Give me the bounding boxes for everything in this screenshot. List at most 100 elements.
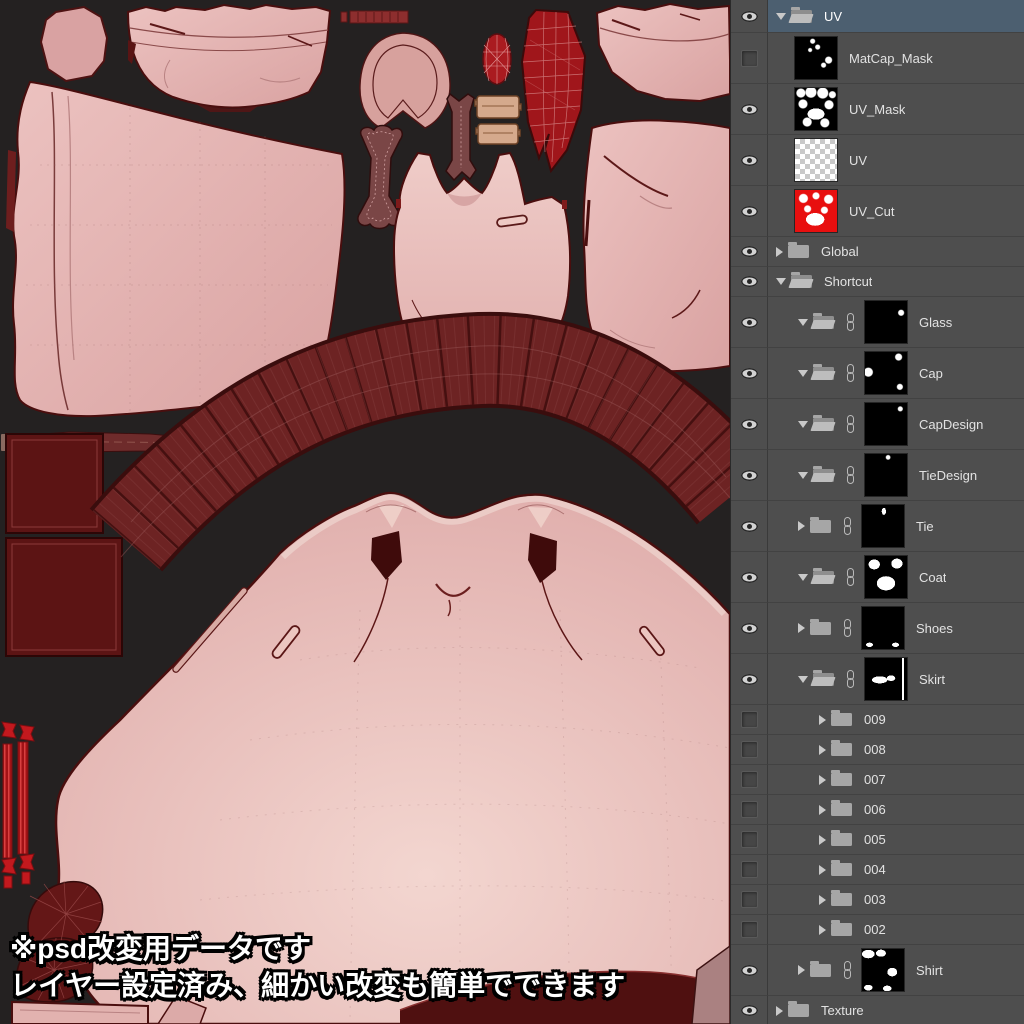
layer-row-uv[interactable]: UV: [731, 135, 1024, 186]
visibility-checkbox-empty[interactable]: [741, 921, 758, 938]
layer-row-capdesign[interactable]: CapDesign: [731, 399, 1024, 450]
mask-thumbnail[interactable]: [861, 504, 905, 548]
expand-triangle-icon[interactable]: [819, 835, 826, 845]
mask-thumbnail[interactable]: [861, 948, 905, 992]
mask-thumbnail[interactable]: [864, 657, 908, 701]
expand-triangle-icon[interactable]: [776, 247, 783, 257]
layer-label[interactable]: Shortcut: [824, 274, 872, 289]
layer-label[interactable]: Tie: [916, 519, 934, 534]
visibility-checkbox-empty[interactable]: [741, 891, 758, 908]
layer-label[interactable]: 003: [864, 892, 886, 907]
layer-row-matcap-mask[interactable]: MatCap_Mask: [731, 33, 1024, 84]
expand-triangle-icon[interactable]: [819, 805, 826, 815]
collapse-triangle-icon[interactable]: [798, 676, 808, 683]
visibility-toggle[interactable]: [731, 297, 768, 348]
collapse-triangle-icon[interactable]: [798, 574, 808, 581]
layer-thumbnail[interactable]: [794, 36, 838, 80]
layer-row-004[interactable]: 004: [731, 855, 1024, 885]
layer-thumbnail[interactable]: [794, 138, 838, 182]
layer-label[interactable]: UV: [824, 9, 842, 24]
layer-label[interactable]: Coat: [919, 570, 946, 585]
visibility-toggle[interactable]: [731, 399, 768, 450]
expand-triangle-icon[interactable]: [819, 925, 826, 935]
visibility-toggle[interactable]: [731, 996, 768, 1024]
visibility-toggle[interactable]: [731, 450, 768, 501]
layer-label[interactable]: Texture: [821, 1003, 864, 1018]
visibility-toggle[interactable]: [731, 654, 768, 705]
visibility-checkbox-empty[interactable]: [741, 801, 758, 818]
mask-thumbnail[interactable]: [861, 606, 905, 650]
mask-thumbnail[interactable]: [864, 402, 908, 446]
layer-row-002[interactable]: 002: [731, 915, 1024, 945]
visibility-toggle[interactable]: [731, 885, 768, 915]
layer-row-uv-mask[interactable]: UV_Mask: [731, 84, 1024, 135]
layer-row-shoes[interactable]: Shoes: [731, 603, 1024, 654]
collapse-triangle-icon[interactable]: [776, 278, 786, 285]
collapse-triangle-icon[interactable]: [798, 472, 808, 479]
layer-row-cap[interactable]: Cap: [731, 348, 1024, 399]
collapse-triangle-icon[interactable]: [798, 421, 808, 428]
layer-label[interactable]: 002: [864, 922, 886, 937]
expand-triangle-icon[interactable]: [776, 1006, 783, 1016]
mask-thumbnail[interactable]: [864, 453, 908, 497]
collapse-triangle-icon[interactable]: [798, 370, 808, 377]
layer-label[interactable]: 004: [864, 862, 886, 877]
visibility-toggle[interactable]: [731, 855, 768, 885]
layer-label[interactable]: 006: [864, 802, 886, 817]
layer-row-009[interactable]: 009: [731, 705, 1024, 735]
layer-row-coat[interactable]: Coat: [731, 552, 1024, 603]
visibility-toggle[interactable]: [731, 501, 768, 552]
visibility-toggle[interactable]: [731, 735, 768, 765]
layer-label[interactable]: 007: [864, 772, 886, 787]
mask-thumbnail[interactable]: [864, 555, 908, 599]
expand-triangle-icon[interactable]: [798, 521, 805, 531]
expand-triangle-icon[interactable]: [798, 623, 805, 633]
layer-thumbnail[interactable]: [794, 189, 838, 233]
layer-label[interactable]: UV_Mask: [849, 102, 905, 117]
layer-row-tiedesign[interactable]: TieDesign: [731, 450, 1024, 501]
visibility-toggle[interactable]: [731, 186, 768, 237]
layer-row-uv-group[interactable]: UV: [731, 0, 1024, 33]
visibility-toggle[interactable]: [731, 945, 768, 996]
layer-label[interactable]: Global: [821, 244, 859, 259]
visibility-checkbox-empty[interactable]: [741, 711, 758, 728]
visibility-toggle[interactable]: [731, 603, 768, 654]
layer-label[interactable]: UV_Cut: [849, 204, 895, 219]
expand-triangle-icon[interactable]: [798, 965, 805, 975]
layer-row-007[interactable]: 007: [731, 765, 1024, 795]
mask-thumbnail[interactable]: [864, 300, 908, 344]
layer-thumbnail[interactable]: [794, 87, 838, 131]
layer-label[interactable]: 008: [864, 742, 886, 757]
visibility-toggle[interactable]: [731, 705, 768, 735]
visibility-toggle[interactable]: [731, 765, 768, 795]
mask-thumbnail[interactable]: [864, 351, 908, 395]
layer-row-003[interactable]: 003: [731, 885, 1024, 915]
layer-label[interactable]: MatCap_Mask: [849, 51, 933, 66]
expand-triangle-icon[interactable]: [819, 745, 826, 755]
visibility-toggle[interactable]: [731, 0, 768, 33]
visibility-checkbox-empty[interactable]: [741, 831, 758, 848]
layer-row-global[interactable]: Global: [731, 237, 1024, 267]
layer-label[interactable]: CapDesign: [919, 417, 983, 432]
visibility-toggle[interactable]: [731, 552, 768, 603]
layer-label[interactable]: TieDesign: [919, 468, 977, 483]
visibility-toggle[interactable]: [731, 84, 768, 135]
visibility-toggle[interactable]: [731, 795, 768, 825]
visibility-checkbox-empty[interactable]: [741, 50, 758, 67]
layer-row-tie[interactable]: Tie: [731, 501, 1024, 552]
layer-row-shortcut[interactable]: Shortcut: [731, 267, 1024, 297]
visibility-checkbox-empty[interactable]: [741, 861, 758, 878]
layer-label[interactable]: Shirt: [916, 963, 943, 978]
layer-label[interactable]: Glass: [919, 315, 952, 330]
document-canvas[interactable]: ※psd改変用データです レイヤー設定済み、細かい改変も簡単でできます: [0, 0, 730, 1024]
expand-triangle-icon[interactable]: [819, 895, 826, 905]
layer-label[interactable]: Cap: [919, 366, 943, 381]
layer-row-006[interactable]: 006: [731, 795, 1024, 825]
expand-triangle-icon[interactable]: [819, 865, 826, 875]
layer-row-skirt[interactable]: Skirt: [731, 654, 1024, 705]
collapse-triangle-icon[interactable]: [776, 13, 786, 20]
visibility-checkbox-empty[interactable]: [741, 771, 758, 788]
visibility-toggle[interactable]: [731, 33, 768, 84]
layer-row-008[interactable]: 008: [731, 735, 1024, 765]
visibility-toggle[interactable]: [731, 237, 768, 267]
